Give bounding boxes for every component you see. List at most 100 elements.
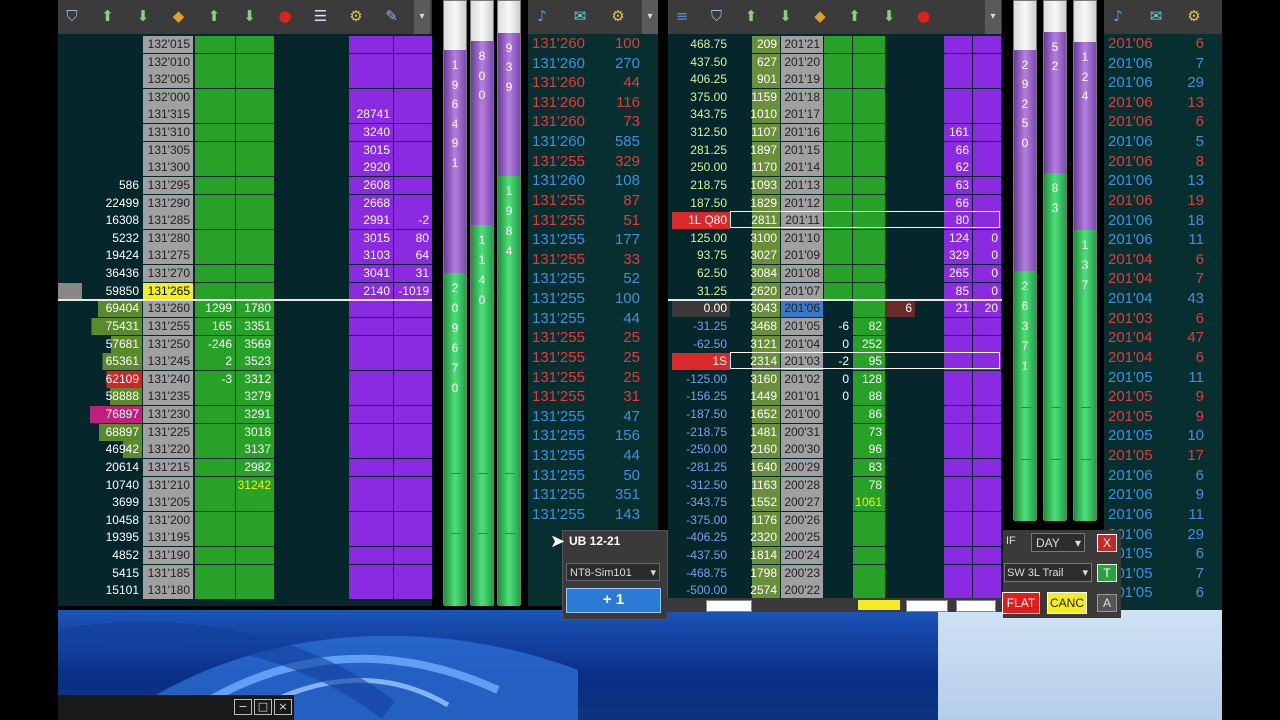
ask-size-cell[interactable]: 3015 (349, 229, 393, 247)
pnl-cell[interactable]: -281.25 (672, 459, 730, 476)
tape-row[interactable]: 201'05 6 (1108, 544, 1226, 564)
price-cell[interactable]: 201'01 (781, 388, 823, 406)
bid-delta-cell[interactable] (824, 564, 852, 582)
price-cell[interactable]: 131'215 (143, 458, 193, 476)
tape-row[interactable]: 131'255 33 (532, 250, 662, 270)
tape-row[interactable]: 201'06 13 (1108, 93, 1226, 113)
tape-row[interactable]: 131'255 51 (532, 211, 662, 231)
ask-size-cell[interactable] (349, 458, 393, 476)
bid-delta-cell[interactable] (824, 511, 852, 529)
ladder-row[interactable]: 468.75 209 201'21 (668, 36, 1002, 53)
ask-size-cell[interactable]: 66 (944, 141, 972, 159)
ask-delta-cell[interactable] (973, 159, 1001, 177)
price-cell[interactable]: 131'290 (143, 194, 193, 212)
ask-size-cell[interactable] (349, 36, 393, 53)
tape-row[interactable]: 201'04 7 (1108, 269, 1226, 289)
close-order-button[interactable]: X (1097, 534, 1117, 552)
ask-size-cell[interactable]: 28741 (349, 106, 393, 124)
ladder-row[interactable]: 10740 131'210 31242 (58, 476, 432, 494)
bid-delta-cell[interactable] (195, 406, 235, 424)
ask-delta-cell[interactable] (394, 511, 432, 529)
alert-icon[interactable]: ● (914, 5, 934, 27)
pnl-cell[interactable]: 468.75 (672, 36, 730, 53)
ask-size-cell[interactable] (944, 53, 972, 71)
tape-row[interactable]: 201'06 13 (1108, 171, 1226, 191)
tape-row[interactable]: 131'255 31 (532, 387, 662, 407)
bid-delta-cell[interactable] (195, 582, 235, 600)
price-cell[interactable]: 131'240 (143, 370, 193, 388)
ask-delta-cell[interactable] (973, 441, 1001, 459)
tape-row[interactable]: 201'05 7 (1108, 564, 1226, 584)
bid-delta-cell[interactable]: -3 (195, 370, 235, 388)
pnl-cell[interactable]: -375.00 (672, 512, 730, 529)
tif-select[interactable]: DAY ▾ (1031, 533, 1085, 552)
pnl-cell[interactable]: 312.50 (672, 124, 730, 141)
bid-size-cell[interactable]: 3137 (236, 441, 274, 459)
ask-size-cell[interactable] (944, 406, 972, 424)
ask-size-cell[interactable] (349, 353, 393, 371)
toolbar-dropdown-right[interactable]: ▾ (985, 0, 1001, 34)
bid-delta-cell[interactable] (824, 36, 852, 53)
tape-row[interactable]: 131'260 108 (532, 171, 662, 191)
price-cell[interactable]: 131'295 (143, 176, 193, 194)
ladder-row[interactable]: -437.50 1814 200'24 (668, 546, 1002, 564)
tape-row[interactable]: 201'05 6 (1108, 583, 1226, 603)
bid-size-cell[interactable]: 82 (853, 317, 885, 335)
ask-delta-cell[interactable] (973, 335, 1001, 353)
ladder-row[interactable]: 187.50 1829 201'12 66 (668, 194, 1002, 212)
ask-delta-cell[interactable] (973, 494, 1001, 512)
bid-size-cell[interactable]: 31242 (236, 476, 274, 494)
ask-delta-cell[interactable] (973, 71, 1001, 89)
pnl-cell[interactable]: 375.00 (672, 89, 730, 106)
bid-size-cell[interactable]: 3018 (236, 423, 274, 441)
export-icon[interactable]: ⬆ (98, 5, 118, 27)
tape-row[interactable]: 131'255 47 (532, 407, 662, 427)
ask-size-cell[interactable]: 3240 (349, 124, 393, 142)
ask-delta-cell[interactable]: 64 (394, 247, 432, 265)
bid-size-cell[interactable] (853, 141, 885, 159)
bid-size-cell[interactable] (853, 159, 885, 177)
price-cell[interactable]: 131'195 (143, 529, 193, 547)
ask-size-cell[interactable] (944, 441, 972, 459)
bid-delta-cell[interactable] (824, 194, 852, 212)
ask-size-cell[interactable] (944, 36, 972, 53)
bid-size-cell[interactable]: 78 (853, 476, 885, 494)
ladder-row[interactable]: 375.00 1159 201'18 (668, 88, 1002, 106)
ladder-row[interactable]: -343.75 1552 200'27 1061 (668, 494, 1002, 512)
bid-delta-cell[interactable] (824, 546, 852, 564)
tape-row[interactable]: 131'255 329 (532, 152, 662, 172)
ask-size-cell[interactable] (349, 53, 393, 71)
price-cell[interactable]: 200'25 (781, 529, 823, 547)
bid-size-cell[interactable] (853, 546, 885, 564)
ask-delta-cell[interactable] (394, 176, 432, 194)
ask-size-cell[interactable] (349, 582, 393, 600)
ask-delta-cell[interactable] (973, 564, 1001, 582)
ask-size-cell[interactable]: 21 (944, 300, 972, 318)
ask-delta-cell[interactable] (394, 406, 432, 424)
pnl-cell[interactable]: 187.50 (672, 195, 730, 212)
bid-size-cell[interactable] (236, 529, 274, 547)
tape-row[interactable]: 131'260 116 (532, 93, 662, 113)
pnl-cell[interactable]: 437.50 (672, 54, 730, 71)
ask-size-cell[interactable] (349, 88, 393, 106)
bid-delta-cell[interactable] (195, 229, 235, 247)
price-cell[interactable]: 201'21 (781, 36, 823, 53)
price-cell[interactable]: 200'31 (781, 423, 823, 441)
bid-delta-cell[interactable] (824, 300, 852, 318)
ladder-row[interactable]: -187.50 1652 201'00 86 (668, 406, 1002, 424)
instrument-icon[interactable]: ⚙ (346, 5, 366, 27)
bid-size-cell[interactable]: 96 (853, 441, 885, 459)
import-icon[interactable]: ⬇ (879, 5, 899, 27)
ask-size-cell[interactable] (349, 511, 393, 529)
price-cell[interactable]: 201'13 (781, 176, 823, 194)
ask-delta-cell[interactable] (394, 71, 432, 89)
tape-row[interactable]: 131'255 25 (532, 368, 662, 388)
bid-delta-cell[interactable] (824, 406, 852, 424)
flat-button[interactable]: FLAT (1002, 592, 1040, 614)
tape-row[interactable]: 201'06 29 (1108, 73, 1226, 93)
price-cell[interactable]: 132'015 (143, 36, 193, 53)
tape-row[interactable]: 131'255 87 (532, 191, 662, 211)
bid-delta-cell[interactable] (195, 212, 235, 230)
pnl-cell[interactable]: -406.25 (672, 529, 730, 546)
ladder-row[interactable]: 68897 131'225 3018 (58, 423, 432, 441)
